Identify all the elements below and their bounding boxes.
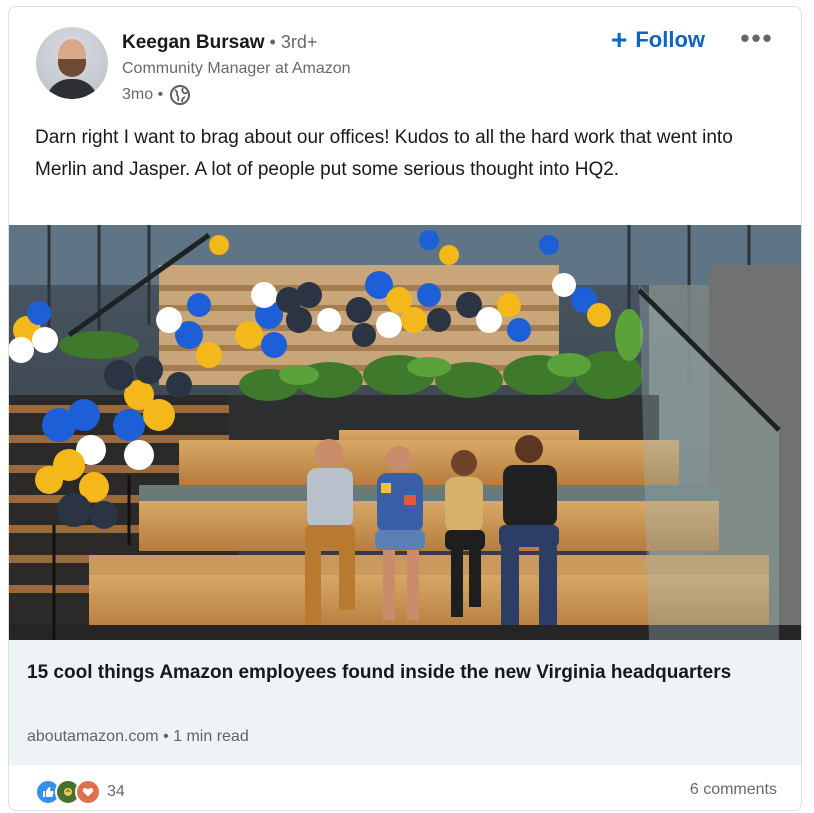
author-name-row: Keegan Bursaw • 3rd+ <box>122 30 317 55</box>
avatar-beard <box>58 59 86 77</box>
more-options-button[interactable]: ••• <box>737 21 777 55</box>
follow-button[interactable]: + Follow <box>605 23 711 57</box>
author-headline: Community Manager at Amazon <box>122 60 351 77</box>
comments-count[interactable]: 6 comments <box>690 781 777 799</box>
follow-label: Follow <box>635 27 706 52</box>
author-name[interactable]: Keegan Bursaw <box>122 32 265 53</box>
link-source: aboutamazon.com • 1 min read <box>27 728 249 745</box>
post-meta: 3mo • <box>122 84 191 106</box>
reactions-summary[interactable]: 34 <box>35 779 125 805</box>
link-title[interactable]: 15 cool things Amazon employees found in… <box>27 657 747 688</box>
post-image[interactable] <box>9 225 801 640</box>
social-counts: 34 6 comments <box>9 765 801 810</box>
globe-icon <box>169 84 191 106</box>
connection-degree: • 3rd+ <box>264 32 318 52</box>
link-preview[interactable]: 15 cool things Amazon employees found in… <box>9 640 801 765</box>
post-time: 3mo • <box>122 86 164 103</box>
author-avatar[interactable] <box>36 27 108 99</box>
post-card: Keegan Bursaw • 3rd+ Community Manager a… <box>8 6 802 811</box>
office-stairs-photo <box>9 225 801 640</box>
post-header: Keegan Bursaw • 3rd+ Community Manager a… <box>9 7 801 117</box>
love-icon <box>75 779 101 805</box>
post-text: Darn right I want to brag about our offi… <box>35 127 733 180</box>
avatar-shirt <box>46 79 98 99</box>
more-dots-icon: ••• <box>740 22 774 53</box>
reaction-count: 34 <box>107 783 125 800</box>
plus-icon: + <box>611 24 628 55</box>
